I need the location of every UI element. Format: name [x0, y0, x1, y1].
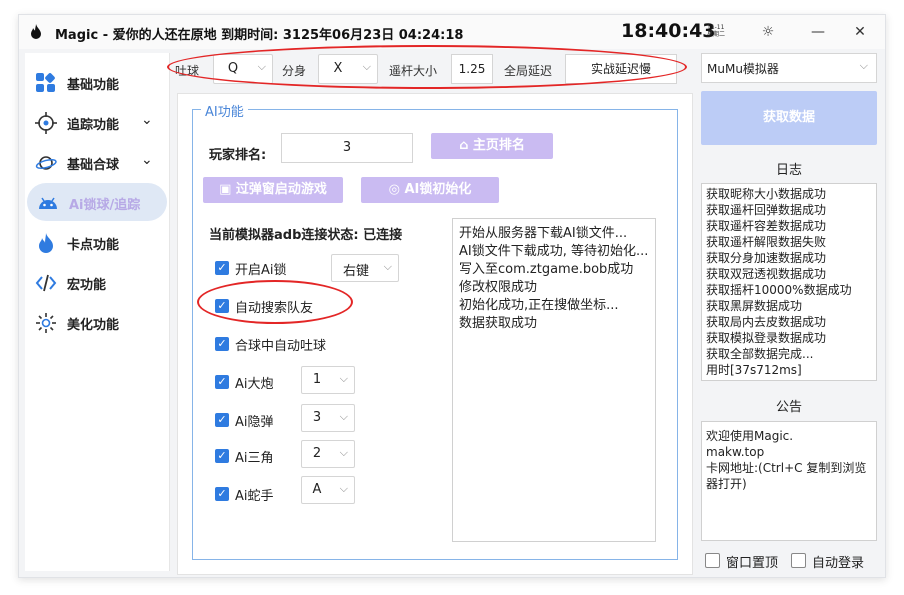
ai-snake-select[interactable]: A ⌵	[301, 476, 355, 504]
ai-triangle-select[interactable]: 2 ⌵	[301, 440, 355, 468]
adb-status: 当前模拟器adb连接状态: 已连接	[209, 228, 403, 243]
home-rank-button[interactable]: ⌂ 主页排名	[431, 133, 553, 159]
option-label: Ai蛇手	[235, 489, 274, 504]
date-small: 11-11 星期二	[707, 24, 725, 38]
checkbox-ai-triangle[interactable]: ✓	[215, 449, 229, 463]
sidebar-item-basic[interactable]: 基础功能	[25, 63, 167, 101]
notice-title: 公告	[775, 400, 802, 415]
flame-icon	[39, 233, 53, 253]
chevron-down-icon: ⌵	[339, 482, 348, 495]
sidebar-item-tracking[interactable]: 追踪功能 ⌄	[25, 103, 167, 141]
sidebar-item-label: Ai锁球/追踪	[69, 198, 141, 213]
sidebar-item-label: 基础合球	[67, 158, 120, 173]
checkbox-auto-spit-merge[interactable]: ✓	[215, 337, 229, 351]
chevron-down-icon: ⌵	[339, 446, 348, 459]
ai-lock-key-select[interactable]: 右键 ⌵	[331, 254, 399, 282]
app-window: Magic - 爱你的人还在原地 到期时间: 3125年06月23日 04:24…	[18, 14, 886, 578]
sun-icon[interactable]: ☼	[759, 23, 777, 41]
data-log-box[interactable]: 获取昵称大小数据成功 获取遥杆回弹数据成功 获取遥杆容差数据成功 获取遥杆解限数…	[701, 183, 877, 381]
button-label: 主页排名	[472, 138, 525, 153]
flame-icon	[31, 24, 41, 39]
select-value: 2	[312, 446, 322, 461]
highlight-ellipse-auto-search	[197, 280, 353, 324]
android-icon	[39, 197, 57, 209]
checkbox-ai-hidden[interactable]: ✓	[215, 413, 229, 427]
auto-login-label: 自动登录	[812, 556, 865, 571]
ai-group-box: AI功能 玩家排名: 3 ⌂ 主页排名 ▣ 过弹窗启动游戏 ◎ AI锁初始化 当…	[192, 101, 678, 560]
sidebar-item-label: 追踪功能	[67, 118, 120, 133]
sidebar-item-ai-lock[interactable]: Ai锁球/追踪	[27, 183, 167, 221]
button-label: 过弹窗启动游戏	[235, 182, 327, 197]
emulator-select[interactable]: MuMu模拟器 ⌵	[701, 53, 877, 83]
player-rank-label: 玩家排名:	[209, 148, 267, 163]
pin-window-checkbox[interactable]	[705, 553, 720, 568]
option-label: Ai大炮	[235, 377, 274, 392]
sidebar-item-merge[interactable]: 基础合球 ⌄	[25, 143, 167, 181]
option-label: 开启Ai锁	[235, 263, 287, 278]
code-icon	[35, 274, 57, 292]
planet-icon	[35, 156, 57, 170]
home-icon: ⌂	[459, 138, 469, 153]
chevron-down-icon: ⌵	[339, 372, 348, 385]
option-label: Ai三角	[235, 451, 274, 466]
group-title: AI功能	[201, 101, 248, 120]
auto-login-checkbox[interactable]	[791, 553, 806, 568]
get-data-button[interactable]: 获取数据	[701, 91, 877, 145]
target-icon: ◎	[388, 182, 400, 197]
chevron-down-icon: ⌵	[339, 410, 348, 423]
ai-cannon-select[interactable]: 1 ⌵	[301, 366, 355, 394]
ai-panel: AI功能 玩家排名: 3 ⌂ 主页排名 ▣ 过弹窗启动游戏 ◎ AI锁初始化 当…	[177, 93, 693, 575]
notice-box[interactable]: 欢迎使用Magic. makw.top 卡网地址:(Ctrl+C 复制到浏览器打…	[701, 421, 877, 541]
highlight-ellipse-settings	[167, 45, 687, 89]
sidebar: 基础功能 追踪功能 ⌄ 基础合球 ⌄ Ai锁球/追踪 卡点功能 宏功能 美化功能	[25, 53, 170, 571]
checkbox-ai-cannon[interactable]: ✓	[215, 375, 229, 389]
window-title: Magic - 爱你的人还在原地 到期时间: 3125年06月23日 04:24…	[55, 28, 464, 43]
pin-window-label: 窗口置顶	[726, 556, 779, 571]
option-label: Ai隐弹	[235, 415, 274, 430]
minimize-icon[interactable]: —	[809, 23, 827, 41]
sidebar-item-label: 基础功能	[67, 78, 120, 93]
chevron-down-icon: ⌵	[859, 59, 868, 72]
date-line: 11-11	[707, 24, 725, 31]
select-value: 右键	[342, 264, 369, 279]
select-value: 3	[312, 410, 322, 425]
select-value: MuMu模拟器	[707, 62, 779, 76]
log-title: 日志	[775, 163, 802, 178]
button-label: AI锁初始化	[404, 182, 472, 197]
ai-log-box[interactable]: 开始从服务器下载AI锁文件... AI锁文件下载成功, 等待初始化... 写入至…	[452, 218, 656, 542]
sidebar-item-stuck-point[interactable]: 卡点功能	[25, 223, 167, 261]
ai-init-button[interactable]: ◎ AI锁初始化	[361, 177, 499, 203]
option-label: 合球中自动吐球	[235, 339, 327, 354]
sidebar-item-label: 卡点功能	[67, 238, 120, 253]
ai-hidden-select[interactable]: 3 ⌵	[301, 404, 355, 432]
sidebar-item-label: 美化功能	[67, 318, 120, 333]
bypass-popup-button[interactable]: ▣ 过弹窗启动游戏	[203, 177, 343, 203]
close-icon[interactable]: ✕	[851, 23, 869, 41]
checkbox-ai-snake[interactable]: ✓	[215, 487, 229, 501]
sparkle-icon	[36, 313, 56, 333]
player-rank-input[interactable]: 3	[281, 133, 413, 163]
sidebar-item-macro[interactable]: 宏功能	[25, 263, 167, 301]
select-value: 1	[312, 372, 322, 387]
clock: 18:40:43	[621, 20, 716, 42]
checkbox-ai-lock[interactable]: ✓	[215, 261, 229, 275]
sidebar-item-beautify[interactable]: 美化功能	[25, 303, 167, 341]
grid-icon	[36, 73, 55, 92]
select-value: A	[312, 482, 322, 497]
crosshair-icon	[35, 112, 57, 134]
image-icon: ▣	[219, 182, 232, 197]
chevron-down-icon: ⌄	[141, 112, 153, 128]
chevron-down-icon: ⌄	[141, 152, 153, 168]
sidebar-item-label: 宏功能	[67, 278, 107, 293]
chevron-down-icon: ⌵	[383, 260, 392, 273]
title-bar: Magic - 爱你的人还在原地 到期时间: 3125年06月23日 04:24…	[19, 15, 885, 49]
weekday-line: 星期二	[707, 31, 726, 38]
